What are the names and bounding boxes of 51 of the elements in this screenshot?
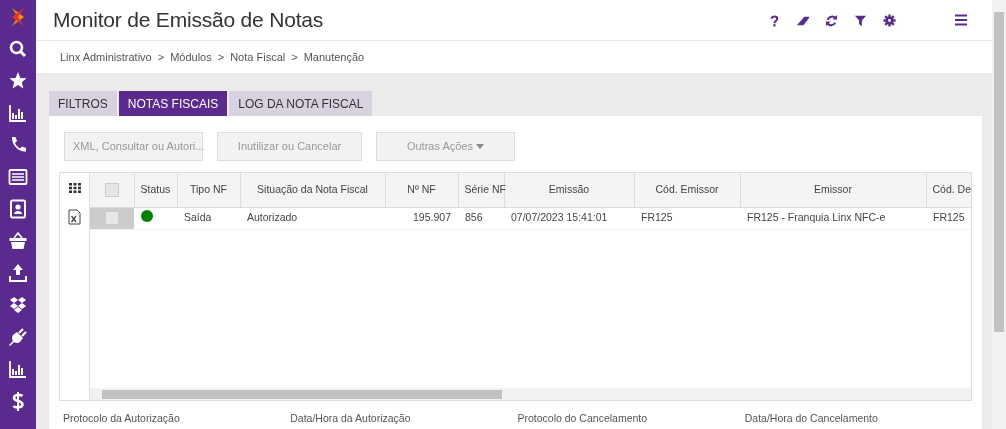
grid-icon[interactable]: [68, 183, 81, 193]
breadcrumb-link[interactable]: Manutenção: [303, 48, 365, 66]
menu-icon[interactable]: [954, 13, 968, 27]
list-icon[interactable]: [8, 166, 28, 188]
table-cell: 856: [458, 207, 504, 229]
vertical-scrollbar[interactable]: [992, 0, 1006, 429]
column-header[interactable]: Tipo NF: [177, 173, 240, 207]
column-header[interactable]: Nº NF: [385, 173, 458, 207]
table-cell: Autorizado: [240, 207, 385, 229]
table-cell: 07/07/2023 15:41:01: [504, 207, 634, 229]
horizontal-scrollbar[interactable]: [90, 388, 971, 400]
search-icon[interactable]: [8, 38, 28, 60]
boxes-icon[interactable]: [8, 294, 28, 316]
breadcrumb-link[interactable]: Módulos: [170, 48, 212, 66]
breadcrumb-link[interactable]: Linx Administrativo: [60, 48, 152, 66]
column-header[interactable]: Emissor: [740, 173, 926, 207]
contact-card-icon[interactable]: [8, 198, 28, 220]
column-header[interactable]: Situação da Nota Fiscal: [240, 173, 385, 207]
table-cell: FR125 - Franquia Linx NFC-e: [740, 207, 926, 229]
tab[interactable]: NOTAS FISCAIS: [118, 91, 228, 116]
refresh-icon[interactable]: [825, 13, 838, 27]
field-label: Protocolo do Cancelamento: [517, 411, 649, 426]
bar-chart-icon[interactable]: [8, 358, 28, 380]
page-title: Monitor de Emissão de Notas: [53, 7, 324, 34]
field-label: Data/Hora da Autorização: [290, 411, 412, 426]
filter-icon[interactable]: [854, 13, 867, 27]
tab[interactable]: FILTROS: [49, 91, 117, 116]
select-all-checkbox[interactable]: [104, 183, 119, 198]
breadcrumb-link[interactable]: Nota Fiscal: [230, 48, 286, 66]
column-header[interactable]: Cód. Emissor: [634, 173, 740, 207]
bar-chart-icon[interactable]: [8, 102, 28, 124]
excel-export-icon[interactable]: [68, 209, 81, 225]
field-label: Protocolo da Autorização: [63, 411, 181, 426]
caret-icon: [476, 144, 485, 151]
column-header[interactable]: Série NF: [458, 173, 504, 207]
table-cell: 195.907: [385, 207, 458, 229]
breadcrumb-separator: >: [157, 49, 165, 65]
field-label: Data/Hora do Cancelamento: [744, 411, 879, 426]
row-checkbox[interactable]: [105, 211, 119, 226]
table-cell: FR125: [634, 207, 740, 229]
settings-icon[interactable]: [883, 13, 896, 27]
breadcrumb-separator: >: [217, 49, 225, 65]
upload-icon[interactable]: [8, 262, 28, 284]
table-cell: Saída: [177, 207, 240, 229]
column-header[interactable]: Status: [134, 173, 177, 207]
tab[interactable]: LOG DA NOTA FISCAL: [229, 91, 373, 116]
basket-icon[interactable]: [8, 230, 28, 252]
table-cell: FR125: [926, 207, 971, 229]
column-header[interactable]: Cód. De: [926, 173, 971, 207]
plug-icon[interactable]: [8, 326, 28, 348]
breadcrumb-separator: >: [291, 49, 298, 65]
